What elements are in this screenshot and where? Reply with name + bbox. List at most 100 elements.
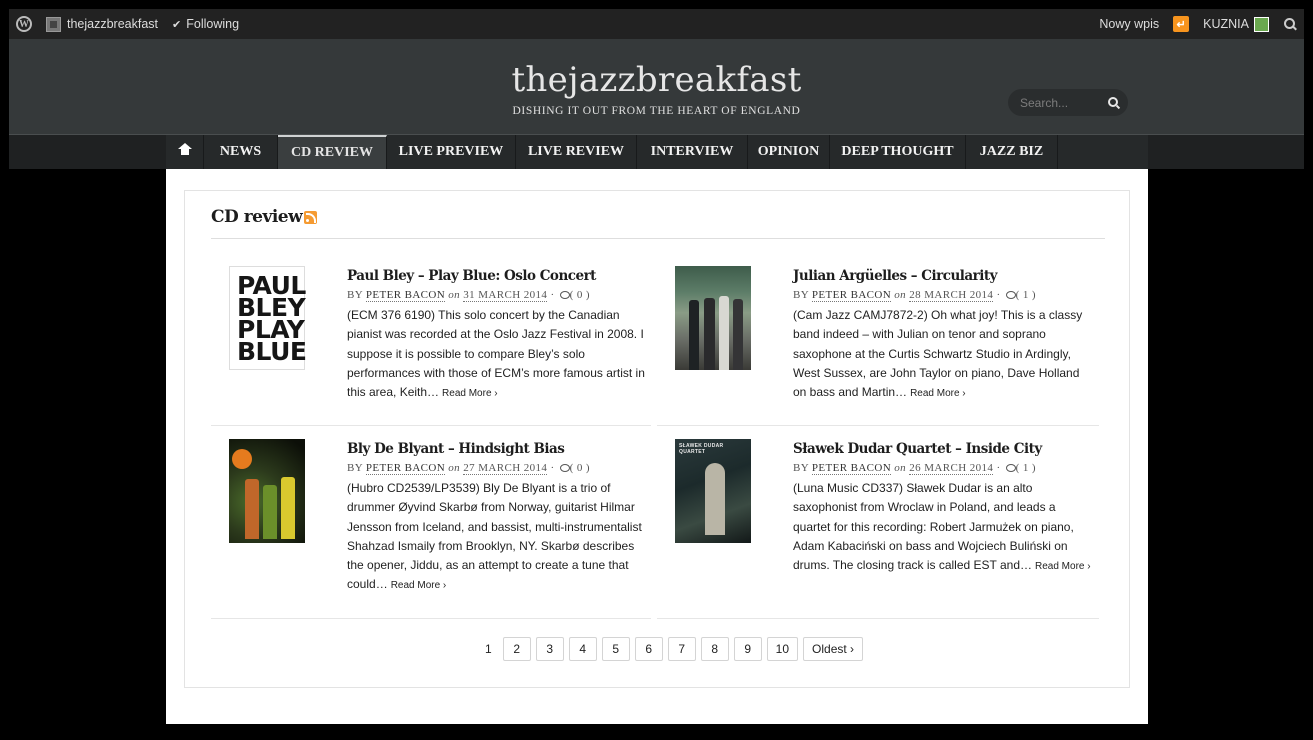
read-more-link[interactable]: Read More ›: [442, 388, 498, 399]
author-link[interactable]: PETER BACON: [811, 289, 892, 302]
divider: [211, 238, 1105, 239]
read-more-link[interactable]: Read More ›: [1035, 561, 1091, 572]
post-thumbnail[interactable]: PAUL BLEY PLAY BLUE: [229, 266, 307, 370]
wordpress-logo-button[interactable]: W: [9, 9, 39, 39]
post-title[interactable]: Sławek Dudar Quartet – Inside City: [793, 439, 1093, 459]
thumb-figure: [245, 479, 259, 539]
post-excerpt: (Cam Jazz CAMJ7872-2) Oh what joy! This …: [793, 306, 1093, 403]
site-name-label: thejazzbreakfast: [67, 17, 159, 31]
current-page: 1: [484, 642, 492, 656]
post-item: SŁAWEK DUDAR QUARTET Sławek Dudar Quarte…: [675, 439, 1105, 599]
thumb-text: BLUE: [237, 337, 307, 366]
main-content: CD review PAUL BLEY PLAY BLUE Paul Bley …: [166, 169, 1148, 724]
following-button[interactable]: ✔ Following: [165, 9, 246, 39]
post-item: PAUL BLEY PLAY BLUE Paul Bley – Play Blu…: [229, 266, 659, 426]
page-link-2[interactable]: 2: [502, 637, 531, 661]
page-link-9[interactable]: 9: [733, 637, 762, 661]
nav-live-preview[interactable]: LIVE PREVIEW: [387, 135, 516, 169]
post-thumbnail[interactable]: SŁAWEK DUDAR QUARTET: [675, 439, 751, 543]
post-excerpt: (Luna Music CD337) Sławek Dudar is an al…: [793, 479, 1093, 576]
post-date[interactable]: 26 MARCH 2014: [909, 462, 994, 475]
comment-count[interactable]: ( 0 ): [570, 462, 590, 474]
post-title[interactable]: Bly De Blyant – Hindsight Bias: [347, 439, 647, 459]
thumb-figure: [705, 463, 725, 535]
page-link-10[interactable]: 10: [766, 637, 799, 661]
page-link-7[interactable]: 7: [667, 637, 696, 661]
post-meta: BY PETER BACON on 31 MARCH 2014 · ( 0 ): [347, 289, 590, 302]
comment-count[interactable]: ( 1 ): [1016, 462, 1036, 474]
comment-icon[interactable]: [559, 464, 570, 472]
nav-live-review[interactable]: LIVE REVIEW: [516, 135, 637, 169]
read-more-link[interactable]: Read More ›: [910, 388, 966, 399]
divider: [657, 618, 1099, 619]
post-meta: BY PETER BACON on 26 MARCH 2014 · ( 1 ): [793, 462, 1036, 475]
new-post-link[interactable]: Nowy wpis: [1092, 9, 1166, 39]
thumb-figure: [689, 300, 699, 370]
page-link-4[interactable]: 4: [568, 637, 597, 661]
thumb-figure: [263, 485, 277, 539]
nav-cd-review[interactable]: CD REVIEW: [278, 135, 387, 169]
excerpt-text: (Cam Jazz CAMJ7872-2) Oh what joy! This …: [793, 308, 1083, 400]
divider: [211, 425, 651, 426]
post-excerpt: (Hubro CD2539/LP3539) Bly De Blyant is a…: [347, 479, 647, 596]
post-excerpt: (ECM 376 6190) This solo concert by the …: [347, 306, 647, 403]
search-icon[interactable]: [1108, 96, 1120, 109]
post-date[interactable]: 27 MARCH 2014: [463, 462, 548, 475]
post-thumbnail[interactable]: [675, 266, 751, 370]
author-link[interactable]: PETER BACON: [365, 462, 446, 475]
nav-home[interactable]: [166, 135, 204, 169]
post-item: Julian Argüelles – Circularity BY PETER …: [675, 266, 1105, 426]
divider: [211, 618, 651, 619]
comment-count[interactable]: ( 1 ): [1016, 289, 1036, 301]
divider: [657, 425, 1099, 426]
meta-on: on: [448, 289, 461, 301]
site-name-link[interactable]: thejazzbreakfast: [39, 9, 165, 39]
excerpt-text: (Hubro CD2539/LP3539) Bly De Blyant is a…: [347, 481, 642, 592]
post-item: Bly De Blyant – Hindsight Bias BY PETER …: [229, 439, 659, 599]
category-title-text: CD review: [211, 207, 303, 227]
comment-icon[interactable]: [1005, 464, 1016, 472]
avatar: [1254, 16, 1269, 32]
author-link[interactable]: PETER BACON: [811, 462, 892, 475]
nav-deep-thought[interactable]: DEEP THOUGHT: [830, 135, 966, 169]
wordpress-icon: W: [16, 16, 32, 32]
search-input[interactable]: [1020, 95, 1104, 110]
meta-on: on: [894, 462, 907, 474]
page-link-3[interactable]: 3: [535, 637, 564, 661]
post-title[interactable]: Paul Bley – Play Blue: Oslo Concert: [347, 266, 647, 286]
archive-box: CD review PAUL BLEY PLAY BLUE Paul Bley …: [184, 190, 1130, 688]
post-date[interactable]: 28 MARCH 2014: [909, 289, 994, 302]
user-account-button[interactable]: KUZNIA: [1196, 9, 1276, 39]
page-link-6[interactable]: 6: [634, 637, 663, 661]
admin-search-button[interactable]: [1276, 9, 1304, 39]
comment-icon[interactable]: [1005, 291, 1016, 299]
site-icon: [46, 16, 61, 32]
oldest-link[interactable]: Oldest ›: [803, 637, 864, 661]
site-header: thejazzbreakfast DISHING IT OUT FROM THE…: [9, 39, 1304, 135]
page-link-5[interactable]: 5: [601, 637, 630, 661]
thumb-figure: [281, 477, 295, 539]
meta-on: on: [894, 289, 907, 301]
author-link[interactable]: PETER BACON: [365, 289, 446, 302]
search-box: [1008, 89, 1128, 116]
nav-interview[interactable]: INTERVIEW: [637, 135, 748, 169]
thumb-text: SŁAWEK DUDAR QUARTET: [679, 443, 724, 455]
rss-icon[interactable]: [304, 210, 318, 224]
comment-count[interactable]: ( 0 ): [570, 289, 590, 301]
nav-opinion[interactable]: OPINION: [748, 135, 830, 169]
page-link-8[interactable]: 8: [700, 637, 729, 661]
read-more-link[interactable]: Read More ›: [391, 580, 447, 591]
post-date[interactable]: 31 MARCH 2014: [463, 289, 548, 302]
meta-on: on: [448, 462, 461, 474]
check-icon: ✔: [172, 18, 182, 31]
post-thumbnail[interactable]: [229, 439, 305, 543]
comment-icon[interactable]: [559, 291, 570, 299]
new-post-label: Nowy wpis: [1099, 17, 1160, 31]
post-title[interactable]: Julian Argüelles – Circularity: [793, 266, 1093, 286]
following-label: Following: [186, 17, 240, 31]
nav-jazz-biz[interactable]: JAZZ BIZ: [966, 135, 1058, 169]
admin-bar: W thejazzbreakfast ✔ Following Nowy wpis…: [9, 9, 1304, 39]
notifications-button[interactable]: ↵: [1166, 9, 1196, 39]
nav-news[interactable]: NEWS: [204, 135, 278, 169]
category-title: CD review: [211, 207, 318, 227]
